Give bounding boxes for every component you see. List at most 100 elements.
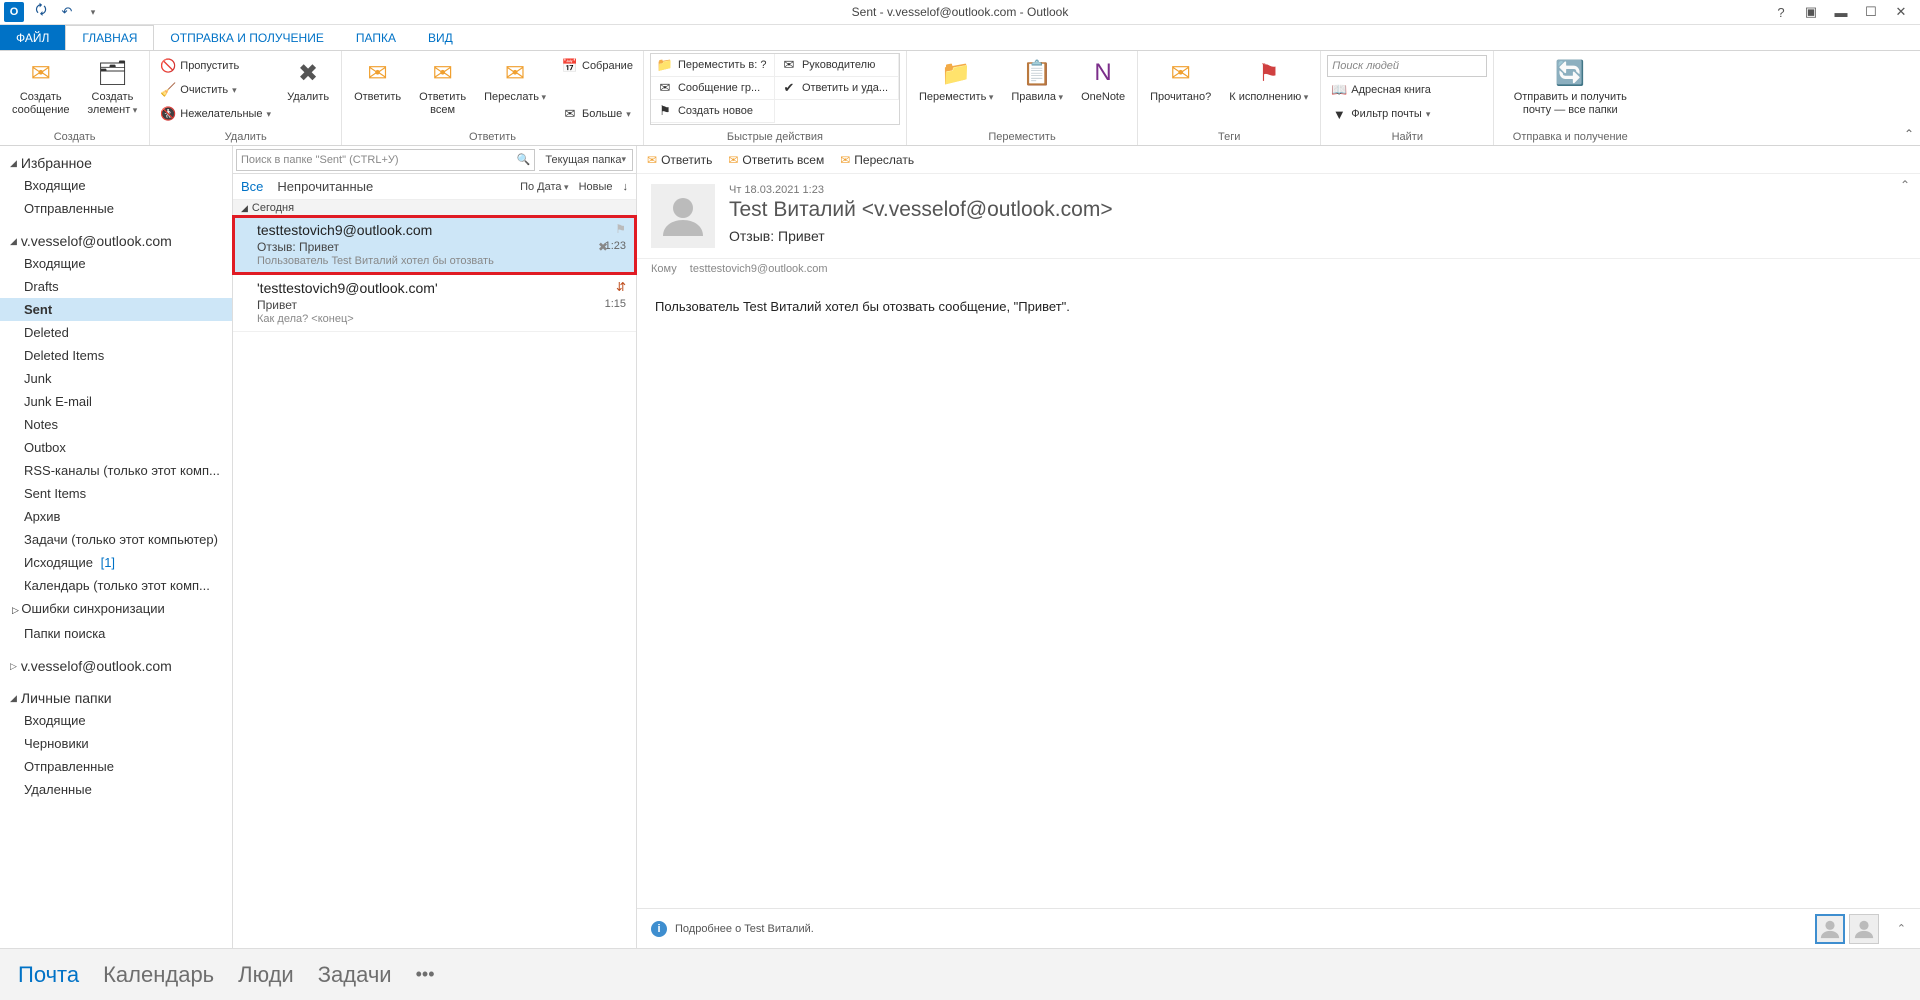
forward-button[interactable]: ✉Переслать [478, 53, 552, 104]
tab-folder[interactable]: ПАПКА [340, 25, 412, 50]
help-icon[interactable]: ? [1772, 3, 1790, 21]
quick-reply-delete[interactable]: ✔Ответить и уда... [775, 77, 899, 100]
reply-all-button[interactable]: ✉Ответитьвсем [413, 53, 472, 117]
quick-steps-gallery[interactable]: 📁Переместить в: ? ✉Руководителю ✉Сообщен… [650, 53, 900, 125]
nav-folder[interactable]: Входящие [0, 252, 232, 275]
meeting-button[interactable]: 📅Собрание [558, 55, 637, 77]
nav-tasks[interactable]: Задачи [318, 962, 392, 988]
nav-calendar[interactable]: Календарь [103, 962, 214, 988]
header-collapse-icon[interactable]: ⌃ [1900, 178, 1910, 192]
nav-people[interactable]: Люди [238, 962, 294, 988]
quick-move-to[interactable]: 📁Переместить в: ? [651, 54, 775, 77]
nav-more-icon[interactable]: ••• [416, 964, 435, 985]
message-item[interactable]: 'testtestovich9@outlook.com' Привет Как … [233, 274, 636, 332]
more-respond-button[interactable]: ✉Больше [558, 103, 637, 125]
tab-home[interactable]: ГЛАВНАЯ [65, 25, 154, 50]
reading-reply-all-button[interactable]: ✉Ответить всем [728, 153, 824, 167]
quick-manager[interactable]: ✉Руководителю [775, 54, 899, 77]
people-pane: i Подробнее о Test Виталий. ⌃ [637, 908, 1920, 948]
tab-send-receive[interactable]: ОТПРАВКА И ПОЛУЧЕНИЕ [154, 25, 339, 50]
nav-folder[interactable]: Outbox [0, 436, 232, 459]
cleanup-button[interactable]: 🧹Очистить [156, 79, 275, 101]
flag-icon[interactable]: ⚑ [615, 222, 626, 236]
tab-view[interactable]: ВИД [412, 25, 469, 50]
ribbon-options-icon[interactable]: ▣ [1802, 3, 1820, 21]
sort-arrow-icon[interactable]: ↓ [623, 181, 629, 193]
address-book-button[interactable]: 📖Адресная книга [1327, 79, 1487, 101]
send-receive-all-button[interactable]: 🔄 Отправить и получитьпочту — все папки [1500, 53, 1640, 117]
people-pane-collapse-icon[interactable]: ⌃ [1897, 922, 1906, 935]
ignore-button[interactable]: 🚫Пропустить [156, 55, 275, 77]
to-label: Кому [651, 263, 677, 275]
qat-undo-icon[interactable]: ↶ [58, 3, 76, 21]
nav-folder[interactable]: Задачи (только этот компьютер) [0, 528, 232, 551]
nav-folder[interactable]: Notes [0, 413, 232, 436]
reply-button[interactable]: ✉Ответить [348, 53, 407, 104]
quick-new[interactable]: ⚑Создать новое [651, 100, 775, 123]
folder-pane[interactable]: ◢Избранное ВходящиеОтправленные ◢v.vesse… [0, 146, 233, 948]
nav-folder[interactable]: ▷ Ошибки синхронизации [0, 597, 232, 622]
quick-team[interactable]: ✉Сообщение гр... [651, 77, 775, 100]
nav-folder[interactable]: Отправленные [0, 755, 232, 778]
tab-file[interactable]: ФАЙЛ [0, 25, 65, 50]
reading-forward-button[interactable]: ✉Переслать [840, 153, 914, 167]
main-area: ◢Избранное ВходящиеОтправленные ◢v.vesse… [0, 146, 1920, 948]
filter-mail-button[interactable]: ▼Фильтр почты [1327, 103, 1487, 125]
msg-preview: Пользователь Test Виталий хотел бы отозв… [257, 255, 626, 267]
nav-folder[interactable]: Deleted Items [0, 344, 232, 367]
favorites-header[interactable]: ◢Избранное [0, 152, 232, 174]
sort-newest[interactable]: Новые [579, 181, 613, 193]
contact-avatar-2[interactable] [1849, 914, 1879, 944]
nav-folder[interactable]: Deleted [0, 321, 232, 344]
account1-header[interactable]: ◢v.vesselof@outlook.com [0, 230, 232, 252]
maximize-icon[interactable]: ☐ [1862, 3, 1880, 21]
nav-folder[interactable]: Удаленные [0, 778, 232, 801]
nav-folder[interactable]: Входящие [0, 174, 232, 197]
minimize-icon[interactable]: ▬ [1832, 3, 1850, 21]
contact-avatar-1[interactable] [1815, 914, 1845, 944]
nav-folder[interactable]: Входящие [0, 709, 232, 732]
nav-folder[interactable]: Drafts [0, 275, 232, 298]
junk-button[interactable]: 🚷Нежелательные [156, 103, 275, 125]
nav-folder[interactable]: Исходящие [1] [0, 551, 232, 574]
search-icon[interactable]: 🔍 [517, 153, 531, 166]
sort-by-dropdown[interactable]: По Дата [520, 181, 568, 193]
onenote-button[interactable]: NOneNote [1075, 53, 1131, 104]
nav-folder[interactable]: Junk [0, 367, 232, 390]
nav-folder[interactable]: Черновики [0, 732, 232, 755]
group-header-today[interactable]: ◢Сегодня [233, 200, 636, 216]
nav-folder[interactable]: Sent [0, 298, 232, 321]
filter-unread[interactable]: Непрочитанные [277, 179, 373, 194]
read-unread-button[interactable]: ✉Прочитано? [1144, 53, 1217, 104]
nav-folder[interactable]: Junk E-mail [0, 390, 232, 413]
search-scope-dropdown[interactable]: Текущая папка [539, 149, 633, 171]
nav-folder[interactable]: Отправленные [0, 197, 232, 220]
filter-all[interactable]: Все [241, 179, 263, 194]
new-item-button[interactable]: 🗂 Создатьэлемент [82, 53, 144, 117]
collapse-ribbon-icon[interactable]: ⌃ [1904, 127, 1914, 141]
local-folders-header[interactable]: ◢Личные папки [0, 687, 232, 709]
search-people-input[interactable]: Поиск людей [1327, 55, 1487, 77]
nav-folder[interactable]: Папки поиска [0, 622, 232, 645]
qat-customize-icon[interactable] [84, 3, 102, 21]
group-today-label: Сегодня [252, 202, 294, 214]
rules-button[interactable]: 📋Правила [1005, 53, 1069, 104]
qat-send-receive-icon[interactable]: 🗘 [32, 3, 50, 21]
folder-search-input[interactable]: Поиск в папке "Sent" (CTRL+У) 🔍 [236, 149, 535, 171]
nav-folder[interactable]: Sent Items [0, 482, 232, 505]
account2-header[interactable]: ▷v.vesselof@outlook.com [0, 655, 232, 677]
nav-folder[interactable]: Календарь (только этот комп... [0, 574, 232, 597]
nav-folder[interactable]: Архив [0, 505, 232, 528]
more-label: Больше [582, 108, 622, 120]
new-mail-button[interactable]: ✉ Создатьсообщение [6, 53, 76, 117]
followup-button[interactable]: ⚑К исполнению [1223, 53, 1314, 104]
nav-mail[interactable]: Почта [18, 962, 79, 988]
close-icon[interactable]: ✕ [1892, 3, 1910, 21]
message-item[interactable]: testtestovich9@outlook.com Отзыв: Привет… [233, 216, 636, 274]
delete-button[interactable]: ✖ Удалить [281, 53, 335, 104]
folder-icon: 📁 [657, 57, 673, 73]
nav-folder[interactable]: RSS-каналы (только этот комп... [0, 459, 232, 482]
reading-reply-button[interactable]: ✉Ответить [647, 153, 712, 167]
move-button[interactable]: 📁Переместить [913, 53, 999, 104]
delete-icon[interactable]: ✖ [598, 240, 608, 254]
